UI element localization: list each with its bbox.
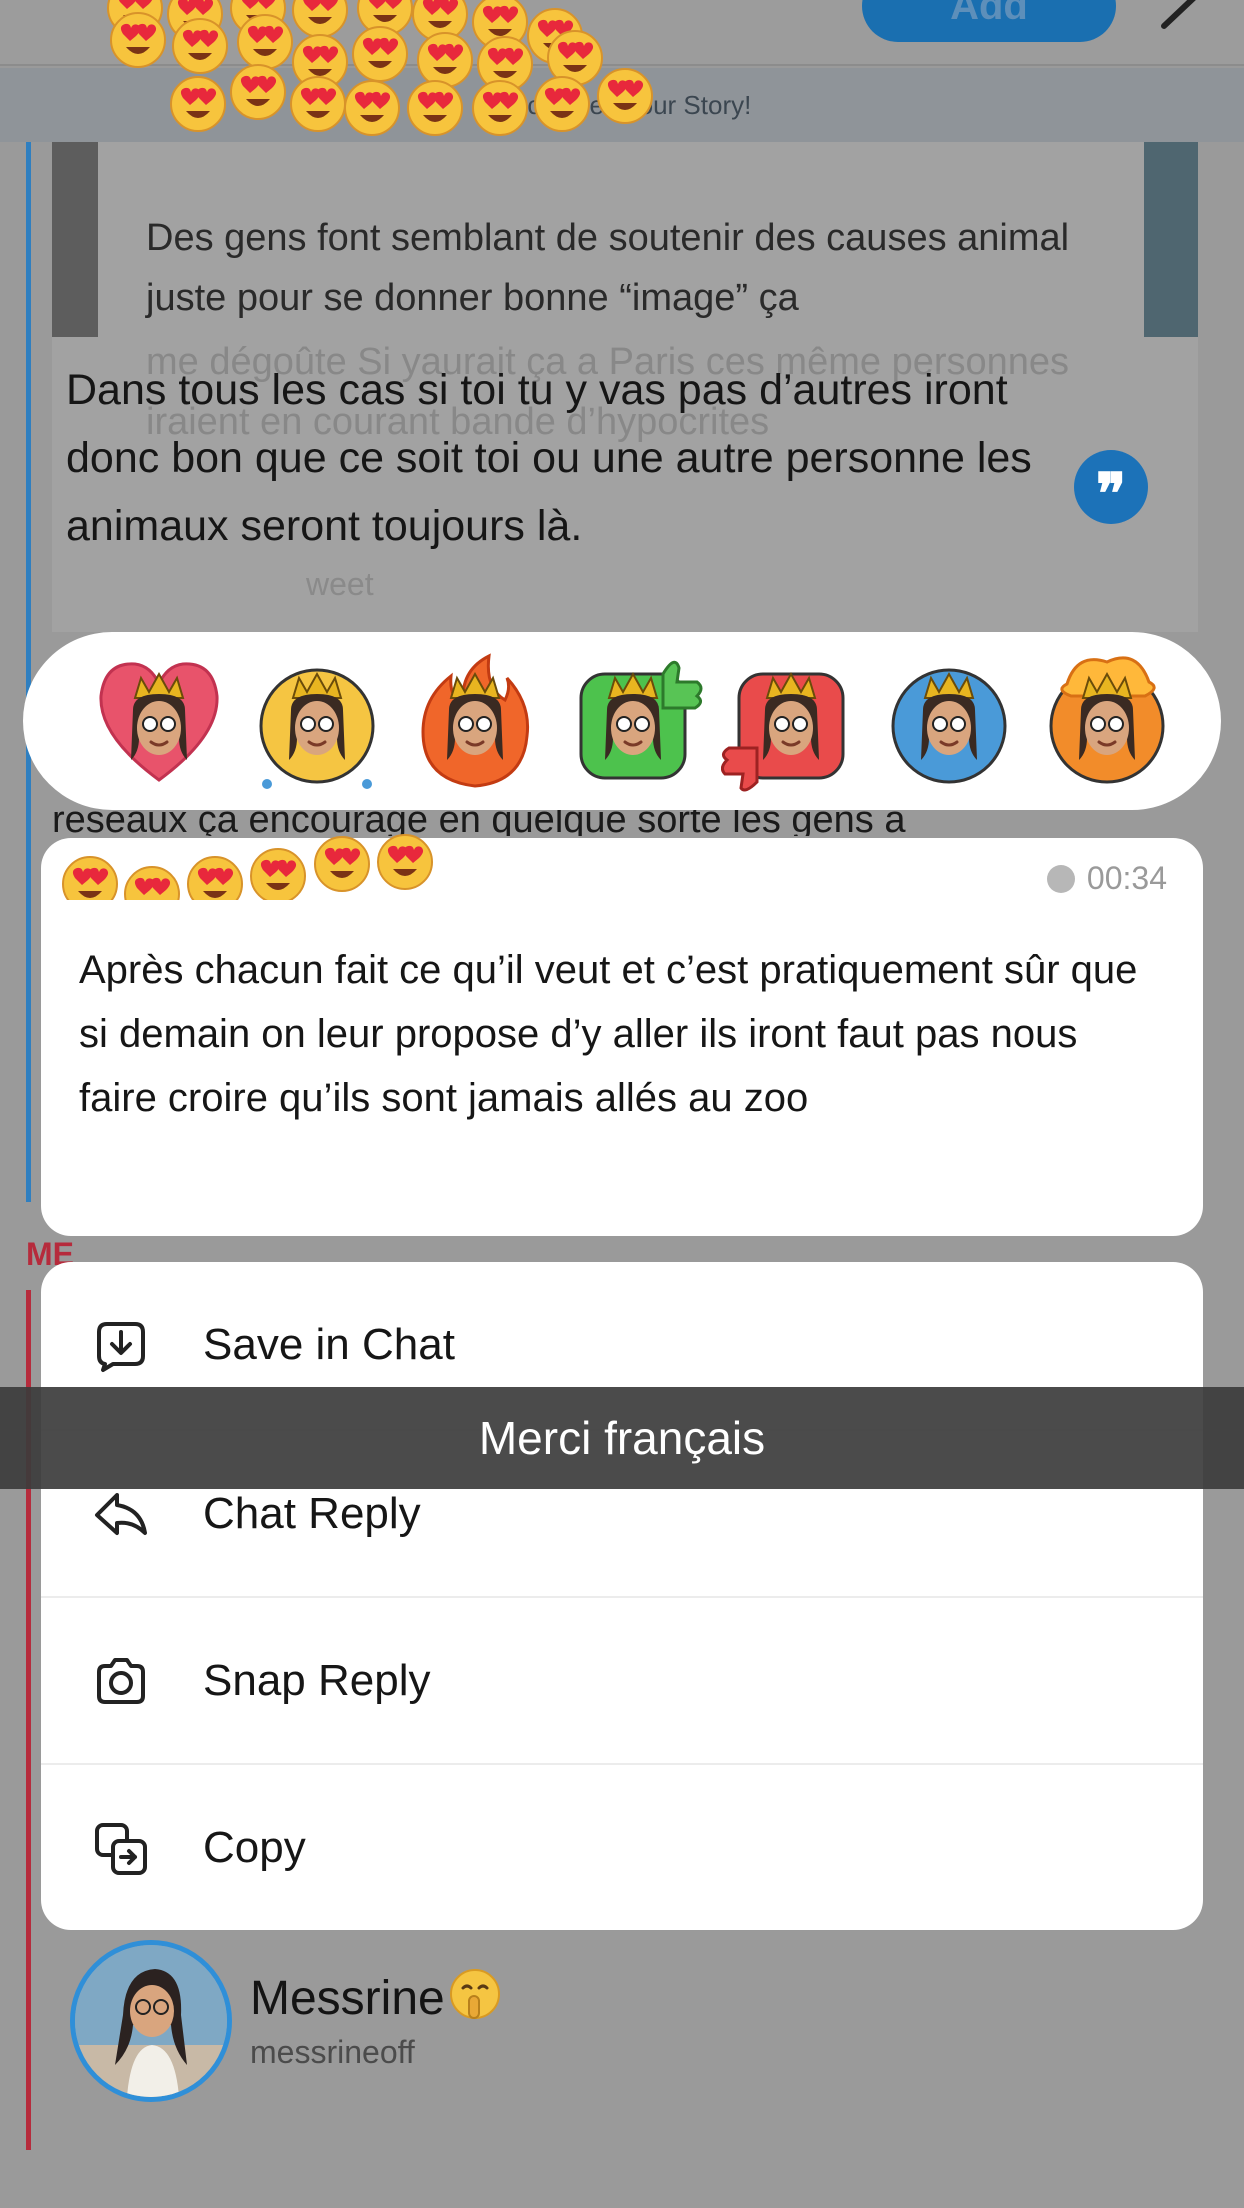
snap-reply-button[interactable]: Snap Reply [41, 1596, 1203, 1763]
avatar[interactable] [70, 1940, 232, 2102]
timer-dot-icon [1046, 865, 1075, 893]
profile-name: Messrine [250, 1966, 503, 2026]
story-caption: Dans tous les cas si toi tu y vas pas d’… [66, 366, 1032, 550]
copy-icon [95, 1823, 147, 1875]
sad-reaction-icon[interactable] [879, 648, 1019, 794]
tweet-text: Des gens font semblant de soutenir des c… [146, 217, 1070, 319]
save-in-chat-icon [97, 1322, 145, 1372]
tweet-image-edge [1144, 142, 1198, 337]
message-sender: CL [79, 868, 117, 892]
message-timestamp: 00:34 [1046, 860, 1167, 897]
selected-message[interactable]: CL 00:34 Après chacun fait ce qu’il veut… [41, 838, 1203, 1236]
laugh-cry-reaction-icon[interactable] [247, 648, 387, 794]
pencil-icon[interactable] [1160, 0, 1210, 30]
story-notice: ey can see your Story! [0, 68, 1244, 142]
heart-reaction-icon[interactable] [89, 648, 229, 794]
video-caption-overlay: Merci français [0, 1387, 1244, 1489]
bitmoji-avatar-icon [75, 1945, 227, 2097]
menu-item-label: Save in Chat [203, 1320, 455, 1369]
thumbs-down-reaction-icon[interactable] [720, 648, 861, 794]
friend-message-rail [26, 142, 31, 1202]
fire-reaction-icon[interactable] [405, 648, 545, 794]
message-action-menu: Save in Chat Chat Reply Snap Reply Copy [41, 1262, 1203, 1930]
quote-icon: ❞ [1074, 450, 1148, 527]
reaction-bar [23, 632, 1221, 810]
copy-button[interactable]: Copy [41, 1763, 1203, 1930]
mind-blown-reaction-icon[interactable] [1037, 648, 1177, 794]
profile-username: messrineoff [250, 2034, 415, 2070]
message-text: Après chacun fait ce qu’il veut et c’est… [79, 948, 1138, 1120]
menu-item-label: Copy [203, 1823, 306, 1872]
shushing-face-icon [449, 1969, 500, 2019]
tweet-image-edge [52, 142, 98, 337]
thumbs-up-reaction-icon[interactable] [563, 648, 703, 794]
reply-arrow-icon [95, 1493, 147, 1535]
tweet-source-label: weet [306, 566, 374, 602]
menu-item-label: Chat Reply [203, 1489, 421, 1538]
menu-item-label: Snap Reply [203, 1656, 431, 1705]
add-friend-button[interactable]: Add [862, 0, 1116, 42]
camera-icon [97, 1658, 145, 1704]
